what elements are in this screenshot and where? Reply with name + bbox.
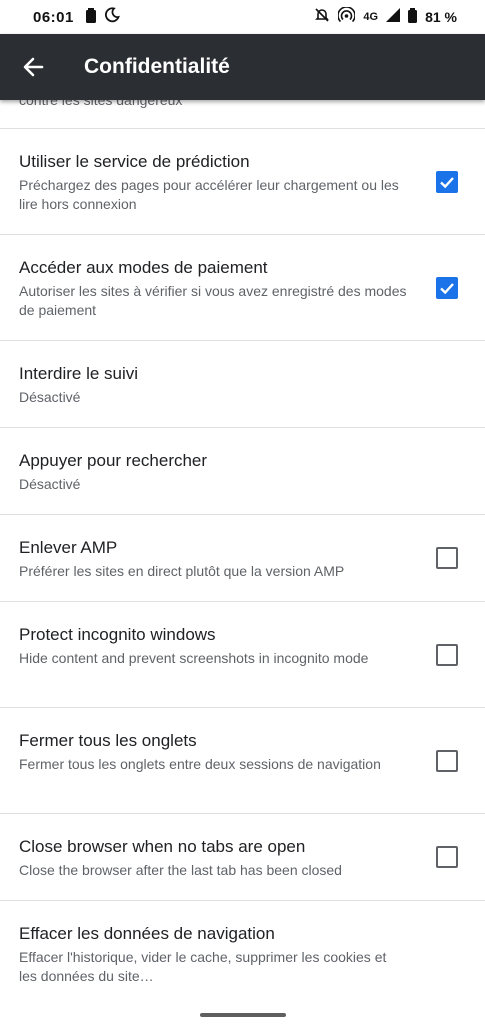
setting-title: Effacer les données de navigation (19, 924, 275, 943)
network-type: 4G (363, 11, 379, 23)
setting-summary: Désactivé (19, 476, 81, 492)
setting-do-not-track[interactable]: Interdire le suivi Désactivé (0, 341, 485, 428)
settings-list: contre les sites dangereux Utiliser le s… (0, 100, 485, 1006)
moon-icon (104, 7, 120, 27)
setting-remove-amp[interactable]: Enlever AMP Préférer les sites en direct… (0, 515, 485, 602)
bell-off-icon (314, 7, 330, 27)
app-bar: Confidentialité (0, 34, 485, 100)
prediction-checkbox[interactable] (436, 170, 458, 193)
setting-prediction-service[interactable]: Utiliser le service de prédiction Précha… (0, 129, 485, 235)
setting-summary: contre les sites dangereux (19, 100, 183, 108)
hotspot-icon (337, 6, 357, 27)
gesture-handle[interactable] (200, 1013, 286, 1017)
payment-methods-checkbox[interactable] (436, 276, 458, 299)
setting-title: Interdire le suivi (19, 364, 139, 383)
protect-incognito-checkbox[interactable] (436, 643, 458, 666)
setting-close-browser[interactable]: Close browser when no tabs are open Clos… (0, 814, 485, 901)
battery-icon (85, 7, 96, 27)
setting-summary: Fermer tous les onglets entre deux sessi… (19, 756, 381, 772)
setting-protect-incognito[interactable]: Protect incognito windows Hide content a… (0, 602, 485, 708)
battery-percent: 81 % (425, 9, 457, 25)
navigation-bar (0, 1006, 485, 1024)
list-item[interactable]: contre les sites dangereux (0, 100, 485, 129)
setting-payment-methods[interactable]: Accéder aux modes de paiement Autoriser … (0, 235, 485, 341)
setting-summary: Autoriser les sites à vérifier si vous a… (19, 283, 407, 318)
back-arrow-icon[interactable] (20, 54, 46, 80)
setting-summary: Close the browser after the last tab has… (19, 862, 342, 878)
setting-summary: Préférer les sites en direct plutôt que … (19, 563, 345, 579)
setting-title: Protect incognito windows (19, 625, 216, 644)
setting-summary: Préchargez des pages pour accélérer leur… (19, 177, 399, 212)
status-bar: 06:01 4G 81 % (0, 0, 485, 34)
signal-icon (386, 8, 401, 26)
page-title: Confidentialité (84, 55, 230, 78)
setting-summary: Effacer l'historique, vider le cache, su… (19, 949, 387, 984)
setting-clear-browsing-data[interactable]: Effacer les données de navigation Efface… (0, 901, 485, 1006)
battery-icon (408, 7, 418, 27)
remove-amp-checkbox[interactable] (436, 547, 458, 569)
setting-summary: Hide content and prevent screenshots in … (19, 650, 369, 666)
setting-title: Appuyer pour rechercher (19, 451, 208, 470)
close-browser-checkbox[interactable] (436, 846, 458, 868)
setting-touch-to-search[interactable]: Appuyer pour rechercher Désactivé (0, 428, 485, 515)
close-all-tabs-checkbox[interactable] (436, 749, 458, 772)
setting-close-all-tabs[interactable]: Fermer tous les onglets Fermer tous les … (0, 708, 485, 814)
setting-title: Fermer tous les onglets (19, 731, 197, 750)
setting-title: Close browser when no tabs are open (19, 837, 306, 856)
setting-title: Enlever AMP (19, 538, 118, 557)
setting-title: Accéder aux modes de paiement (19, 258, 268, 277)
setting-summary: Désactivé (19, 389, 81, 405)
setting-title: Utiliser le service de prédiction (19, 152, 250, 171)
status-time: 06:01 (33, 8, 74, 26)
